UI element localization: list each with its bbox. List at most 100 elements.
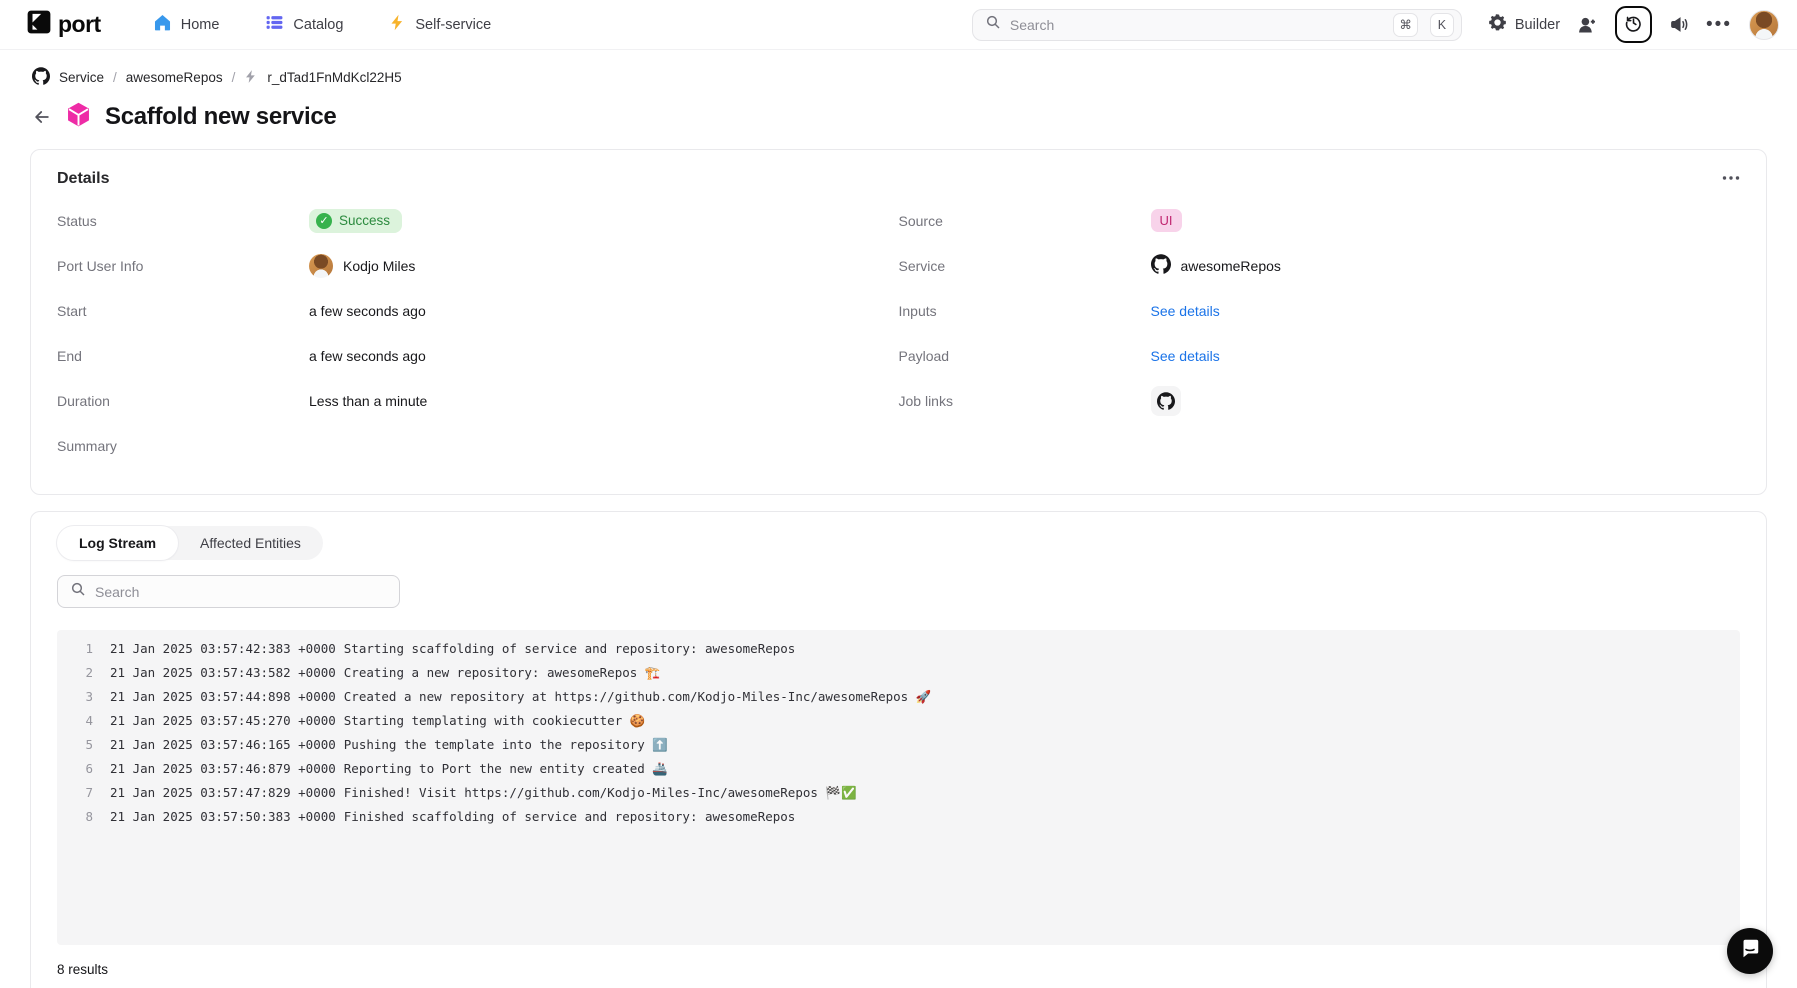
main-nav: Home Catalog Self-service [153,13,491,36]
log-line-message: Finished! Visit https://github.com/Kodjo… [344,781,857,805]
k-keycap: K [1430,13,1454,37]
log-line-timestamp: 21 Jan 2025 03:57:42:383 +0000 [110,637,336,661]
audit-log-button-active[interactable] [1615,6,1652,43]
log-line-number: 6 [57,757,93,781]
log-line-message: Creating a new repository: awesomeRepos … [344,661,661,685]
results-count: 8 results [57,962,1740,977]
details-left-column: Status ✓ Success Port User Info Kodjo Mi… [57,198,899,468]
breadcrumb-awesome-repos[interactable]: awesomeRepos [126,70,223,85]
port-logo-text: port [58,11,101,38]
log-line: 5 21 Jan 2025 03:57:46:165 +0000 Pushing t… [57,733,1740,757]
port-logo[interactable]: port [26,9,101,40]
job-links-label: Job links [899,393,1151,409]
log-line: 821 Jan 2025 03:57:50:383 +0000Finished … [57,805,1740,829]
log-line-timestamp: 21 Jan 2025 03:57:46:165 +0000 [110,733,336,757]
log-line-number: 2 [57,661,93,685]
source-row: Source UI [899,198,1741,243]
github-icon [1151,254,1171,277]
tab-log-stream[interactable]: Log Stream [57,526,178,560]
announcements-icon[interactable] [1669,15,1689,34]
global-search-input[interactable]: Search ⌘ K [972,9,1462,41]
nav-catalog[interactable]: Catalog [265,13,343,36]
log-line-number: 3 [57,685,93,709]
details-more-options-icon[interactable] [1722,168,1740,186]
log-line-number: 5 [57,733,93,757]
log-line-timestamp: 21 Jan 2025 03:57:47:829 +0000 [110,781,336,805]
nav-home[interactable]: Home [153,13,220,36]
job-links-row: Job links [899,378,1741,423]
log-line-message: Pushing the template into the repository… [344,733,668,757]
service-label: Service [899,258,1151,274]
user-avatar[interactable] [1749,10,1779,40]
details-card: Details Status ✓ Success Port User Info … [30,149,1767,495]
cmd-keycap: ⌘ [1393,13,1418,37]
inputs-row: Inputs See details [899,288,1741,333]
log-line-timestamp: 21 Jan 2025 03:57:43:582 +0000 [110,661,336,685]
builder-button[interactable]: Builder [1488,13,1560,36]
log-stream-panel[interactable]: 121 Jan 2025 03:57:42:383 +0000Starting … [57,630,1740,945]
more-options-icon[interactable]: ••• [1706,20,1732,30]
invite-user-icon[interactable] [1577,15,1598,35]
port-user-row: Port User Info Kodjo Miles [57,243,899,288]
details-card-title: Details [57,170,1740,188]
log-line-message: Starting scaffolding of service and repo… [344,637,796,661]
gear-icon [1488,13,1507,36]
log-line: 7 21 Jan 2025 03:57:47:829 +0000 Finished!… [57,781,1740,805]
nav-self-service[interactable]: Self-service [389,13,491,36]
start-row: Start a few seconds ago [57,288,899,333]
builder-label: Builder [1515,17,1560,33]
duration-label: Duration [57,393,309,409]
duration-value: Less than a minute [309,393,427,409]
github-icon [32,67,50,88]
log-search-input[interactable]: Search [57,575,400,608]
run-bolt-icon [244,69,258,87]
log-line: 2 21 Jan 2025 03:57:43:582 +0000 Creating … [57,661,1740,685]
log-line-number: 7 [57,781,93,805]
history-icon [1624,13,1643,37]
end-label: End [57,348,309,364]
log-line-message: Reporting to Port the new entity created… [344,757,668,781]
end-value: a few seconds ago [309,348,426,364]
port-user-label: Port User Info [57,258,309,274]
global-search-placeholder: Search [1010,17,1382,33]
log-line-timestamp: 21 Jan 2025 03:57:45:270 +0000 [110,709,336,733]
log-line-timestamp: 21 Jan 2025 03:57:44:898 +0000 [110,685,336,709]
nav-catalog-label: Catalog [293,17,343,33]
log-line: 321 Jan 2025 03:57:44:898 +0000Created a… [57,685,1740,709]
service-value[interactable]: awesomeRepos [1181,258,1281,274]
breadcrumb-run-id[interactable]: r_dTad1FnMdKcl22H5 [267,70,401,85]
log-line-message: Starting templating with cookiecutter 🍪 [344,709,646,733]
source-label: Source [899,213,1151,229]
source-badge: UI [1151,209,1182,232]
payload-see-details-link[interactable]: See details [1151,348,1220,364]
home-icon [153,13,172,36]
log-line-timestamp: 21 Jan 2025 03:57:46:879 +0000 [110,757,336,781]
catalog-icon [265,13,284,36]
start-label: Start [57,303,309,319]
status-row: Status ✓ Success [57,198,899,243]
log-search-placeholder: Search [95,584,139,600]
payload-row: Payload See details [899,333,1741,378]
log-line-number: 4 [57,709,93,733]
page-title-bar: Scaffold new service [32,101,1797,133]
payload-label: Payload [899,348,1151,364]
inputs-see-details-link[interactable]: See details [1151,303,1220,319]
page-title: Scaffold new service [105,103,336,131]
breadcrumb-service[interactable]: Service [59,70,104,85]
job-link-github-button[interactable] [1151,386,1181,416]
nav-self-service-label: Self-service [415,17,491,33]
breadcrumb-separator: / [232,70,236,85]
header-actions: Builder ••• [1488,6,1779,43]
back-arrow-icon[interactable] [32,107,52,127]
log-line-message: Finished scaffolding of service and repo… [344,805,796,829]
status-label: Status [57,213,309,229]
breadcrumb-separator: / [113,70,117,85]
breadcrumb: Service / awesomeRepos / r_dTad1FnMdKcl2… [32,67,1797,88]
inputs-label: Inputs [899,303,1151,319]
details-right-column: Source UI Service awesomeRepos Inputs Se… [899,198,1741,468]
chat-launcher-button[interactable] [1727,928,1773,974]
tab-affected-entities[interactable]: Affected Entities [178,526,323,560]
log-line: 121 Jan 2025 03:57:42:383 +0000Starting … [57,637,1740,661]
summary-row: Summary [57,423,899,468]
log-line: 4 21 Jan 2025 03:57:45:270 +0000 Starting … [57,709,1740,733]
